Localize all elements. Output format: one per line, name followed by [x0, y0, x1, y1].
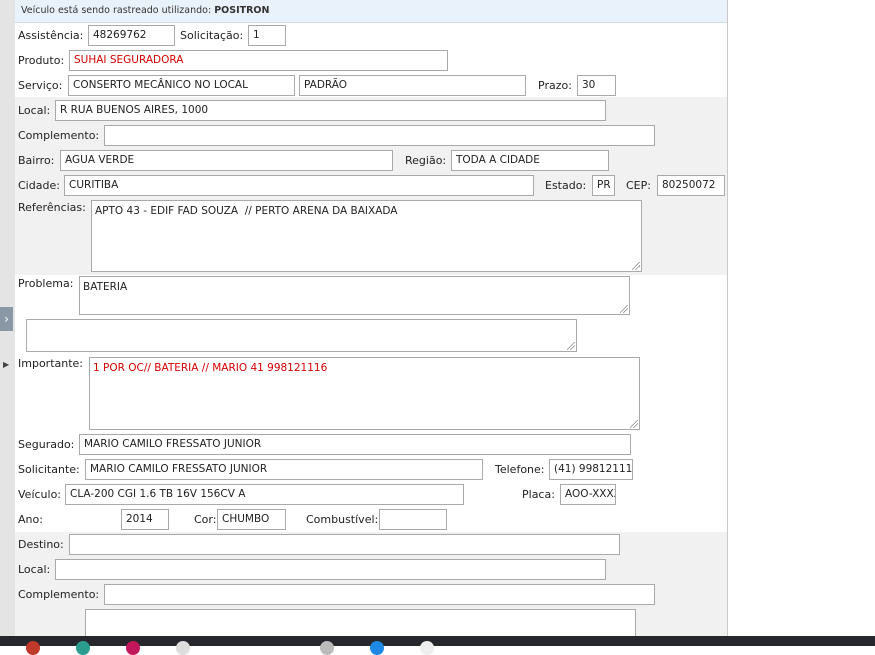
- ano-label: Ano:: [18, 513, 43, 526]
- problema-textarea[interactable]: BATERIA: [79, 276, 630, 315]
- destino-local-label: Local:: [18, 563, 51, 576]
- telefone-label: Telefone:: [495, 463, 545, 476]
- destino-label: Destino:: [18, 538, 64, 551]
- regiao-label: Região:: [405, 154, 447, 167]
- tracking-brand: POSITRON: [214, 5, 270, 16]
- prazo-label: Prazo:: [538, 79, 572, 92]
- estado-label: Estado:: [545, 179, 587, 192]
- ano-field[interactable]: 2014: [121, 509, 169, 530]
- estado-field[interactable]: PR: [592, 175, 615, 196]
- cep-field[interactable]: 80250072: [657, 175, 725, 196]
- bairro-field[interactable]: AGUA VERDE: [60, 150, 393, 171]
- combustivel-field[interactable]: [379, 509, 447, 530]
- sidebar-toggle-chevron-icon[interactable]: ›: [0, 307, 13, 331]
- problema-label: Problema:: [18, 277, 74, 290]
- solicitante-field[interactable]: MARIO CAMILO FRESSATO JUNIOR: [85, 459, 483, 480]
- solicitante-label: Solicitante:: [18, 463, 80, 476]
- regiao-field[interactable]: TODA A CIDADE: [451, 150, 609, 171]
- service-form: Veículo está sendo rastreado utilizando:…: [15, 0, 728, 636]
- cor-field[interactable]: CHUMBO: [217, 509, 286, 530]
- combustivel-label: Combustível:: [306, 513, 379, 526]
- destino-field[interactable]: [69, 534, 620, 555]
- destino-extra-textarea[interactable]: [85, 609, 636, 636]
- complemento-field[interactable]: [104, 125, 655, 146]
- placa-field[interactable]: AOO-XXXX: [560, 484, 616, 505]
- solicitacao-label: Solicitação:: [180, 29, 244, 42]
- tracking-text: Veículo está sendo rastreado utilizando:…: [21, 5, 269, 16]
- os-taskbar: [0, 636, 875, 655]
- cor-label: Cor:: [194, 513, 217, 526]
- servico-field[interactable]: CONSERTO MECÂNICO NO LOCAL: [68, 75, 295, 96]
- cep-label: CEP:: [626, 179, 651, 192]
- taskbar-app-icon[interactable]: [76, 641, 90, 655]
- referencias-textarea[interactable]: APTO 43 - EDIF FAD SOUZA // PERTO ARENA …: [91, 200, 642, 272]
- placa-label: Placa:: [522, 488, 555, 501]
- produto-field[interactable]: SUHAI SEGURADORA: [69, 50, 448, 71]
- servico-label: Serviço:: [18, 79, 63, 92]
- servico-tipo-field[interactable]: PADRÃO: [299, 75, 526, 96]
- tracking-banner: Veículo está sendo rastreado utilizando:…: [15, 0, 727, 23]
- produto-label: Produto:: [18, 54, 65, 67]
- veiculo-field[interactable]: CLA-200 CGI 1.6 TB 16V 156CV A: [65, 484, 464, 505]
- segurado-field[interactable]: MARIO CAMILO FRESSATO JUNIOR: [79, 434, 631, 455]
- bairro-label: Bairro:: [18, 154, 55, 167]
- importante-label: Importante:: [18, 357, 84, 370]
- segurado-label: Segurado:: [18, 438, 75, 451]
- taskbar-app-icon[interactable]: [26, 641, 40, 655]
- veiculo-label: Veículo:: [18, 488, 62, 501]
- prazo-field[interactable]: 30: [577, 75, 616, 96]
- importante-textarea[interactable]: 1 POR OC// BATERIA // MARIO 41 998121116: [89, 357, 640, 430]
- assistencia-field[interactable]: 48269762: [88, 25, 175, 46]
- telefone-field[interactable]: (41) 998121116: [549, 459, 633, 480]
- taskbar-app-icon[interactable]: [126, 641, 140, 655]
- taskbar-app-icon[interactable]: [320, 641, 334, 655]
- left-sidebar: › ▶: [0, 0, 16, 636]
- problema-extra-textarea[interactable]: [26, 319, 577, 352]
- referencias-label: Referências:: [18, 201, 86, 214]
- taskbar-app-icon[interactable]: [370, 641, 384, 655]
- expand-triangle-icon[interactable]: ▶: [3, 360, 9, 369]
- local-label: Local:: [18, 104, 51, 117]
- complemento-label: Complemento:: [18, 129, 100, 142]
- cidade-field[interactable]: CURITIBA: [64, 175, 534, 196]
- assistencia-label: Assistência:: [18, 29, 84, 42]
- destino-complemento-field[interactable]: [104, 584, 655, 605]
- destino-complemento-label: Complemento:: [18, 588, 100, 601]
- local-field[interactable]: R RUA BUENOS AIRES, 1000: [55, 100, 606, 121]
- tracking-label: Veículo está sendo rastreado utilizando:: [21, 5, 215, 16]
- taskbar-app-icon[interactable]: [420, 641, 434, 655]
- destino-local-field[interactable]: [55, 559, 606, 580]
- cidade-label: Cidade:: [18, 179, 60, 192]
- taskbar-app-icon[interactable]: [176, 641, 190, 655]
- solicitacao-field[interactable]: 1: [248, 25, 286, 46]
